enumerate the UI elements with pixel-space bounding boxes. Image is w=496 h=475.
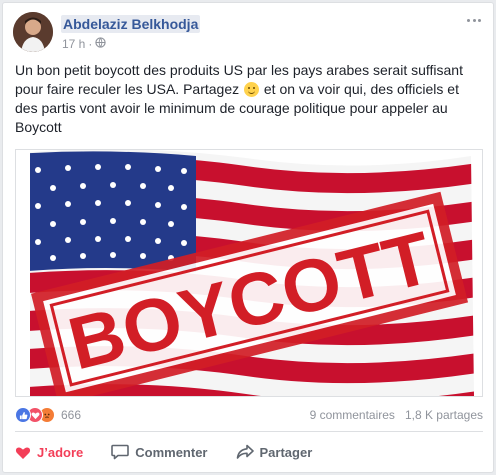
shares-count[interactable]: 1,8 K partages <box>405 408 483 422</box>
reactions-bar: 666 9 commentaires 1,8 K partages <box>15 405 483 425</box>
post-text: Un bon petit boycott des produits US par… <box>15 61 485 137</box>
love-label: J’adore <box>37 444 84 460</box>
comment-icon <box>111 444 130 460</box>
more-options-icon[interactable] <box>467 15 481 25</box>
share-label: Partager <box>259 444 313 460</box>
post-time[interactable]: 17 h <box>62 37 85 51</box>
divider <box>15 431 483 432</box>
post-meta: 17 h · <box>62 37 107 51</box>
reaction-count[interactable]: 666 <box>61 408 81 422</box>
like-icon[interactable] <box>15 407 31 423</box>
author-name[interactable]: Abdelaziz Belkhodja <box>61 15 201 33</box>
comment-label: Commenter <box>135 444 208 460</box>
share-button[interactable]: Partager <box>236 444 313 460</box>
action-bar: J’adore Commenter Partager <box>15 434 415 470</box>
globe-icon <box>95 37 107 51</box>
post-card: Abdelaziz Belkhodja 17 h · Un bon petit … <box>2 2 494 473</box>
love-button[interactable]: J’adore <box>15 445 83 460</box>
post-image[interactable]: BOYCOTT <box>15 149 483 397</box>
share-icon <box>236 444 254 460</box>
smile-emoji-icon <box>244 82 259 97</box>
meta-separator: · <box>88 37 93 51</box>
avatar[interactable] <box>13 12 53 52</box>
comments-count[interactable]: 9 commentaires <box>310 408 395 422</box>
heart-icon <box>15 445 31 460</box>
comment-button[interactable]: Commenter <box>111 444 208 460</box>
